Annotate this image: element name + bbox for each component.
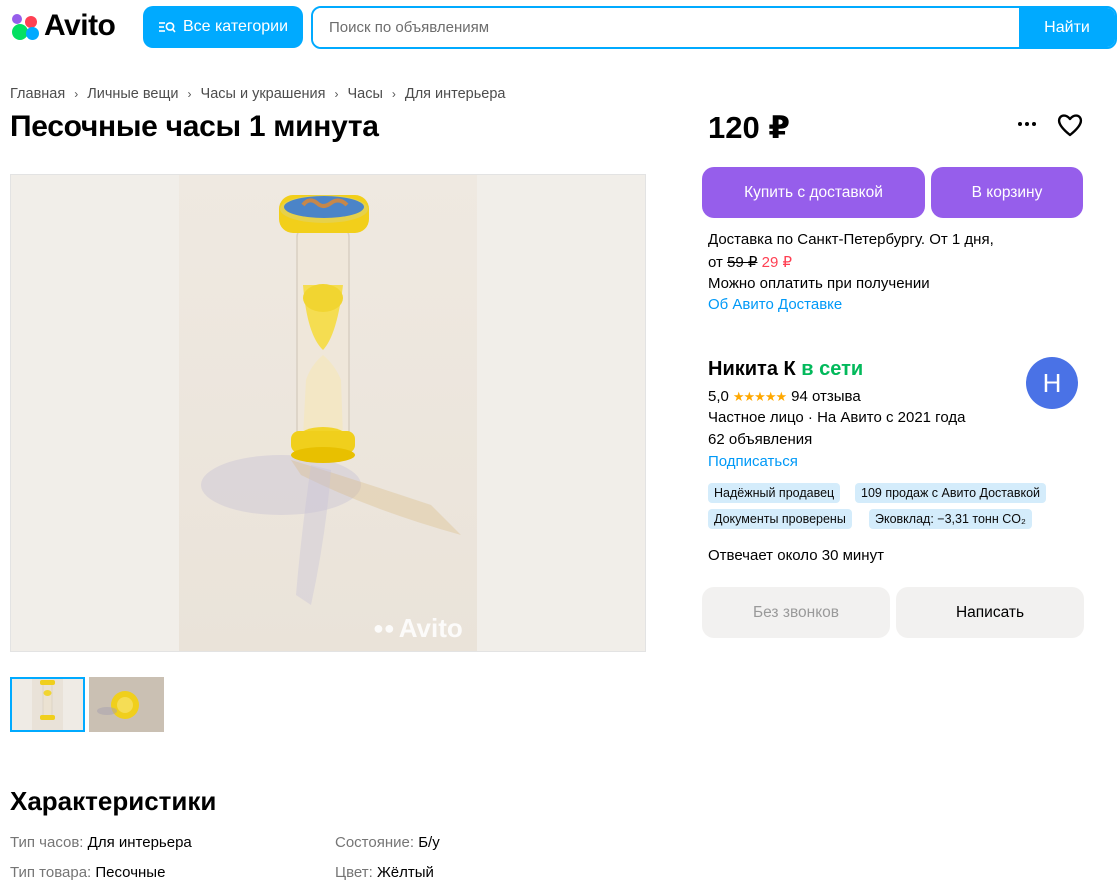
chevron-right-icon: ›: [74, 87, 79, 101]
thumbnail-top-view-image: [89, 677, 164, 732]
rating-stars-icon: ★★★★★: [732, 389, 787, 404]
price: 120 ₽: [708, 110, 790, 145]
seller-type: Частное лицо · На Авито с 2021 года: [708, 409, 966, 426]
all-categories-label: Все категории: [182, 18, 289, 35]
write-message-button[interactable]: Написать: [896, 587, 1084, 638]
subscribe-link[interactable]: Подписаться: [708, 453, 798, 470]
characteristic-product-type: Тип товара: Песочные: [10, 864, 166, 881]
chevron-right-icon: ›: [391, 87, 396, 101]
chevron-right-icon: ›: [334, 87, 339, 101]
seller-badges-row-2: Документы проверены Эковклад: −3,31 тонн…: [708, 509, 1088, 529]
delivery-old-price: 59 ₽: [727, 254, 758, 271]
delivery-price: от 59 ₽ 29 ₽: [708, 254, 793, 271]
more-options-icon[interactable]: [1014, 114, 1040, 134]
buy-with-delivery-button[interactable]: Купить с доставкой: [702, 167, 925, 218]
no-calls-button[interactable]: Без звонков: [702, 587, 890, 638]
main-photo[interactable]: ●● Avito: [10, 174, 646, 652]
search-bar: Найти: [311, 6, 1117, 49]
delivery-new-price: 29 ₽: [761, 254, 793, 271]
thumbnail-2[interactable]: [89, 677, 164, 732]
seller-badges-row-1: Надёжный продавец 109 продаж с Авито Дос…: [708, 483, 1088, 503]
seller-name[interactable]: Никита К в сети: [708, 358, 863, 381]
breadcrumb-item-interior[interactable]: Для интерьера: [405, 86, 506, 102]
logo-dots-icon: [10, 10, 42, 42]
seller-ads-count[interactable]: 62 объявления: [708, 431, 812, 448]
avito-logo[interactable]: Avito: [10, 8, 122, 44]
pay-on-receipt: Можно оплатить при получении: [708, 275, 930, 292]
thumbnail-hourglass-image: [12, 679, 83, 730]
about-delivery-link[interactable]: Об Авито Доставке: [708, 296, 842, 313]
characteristics-title: Характеристики: [10, 786, 217, 816]
search-input[interactable]: [313, 8, 1021, 47]
thumbnail-1[interactable]: [10, 677, 85, 732]
online-status: в сети: [801, 358, 864, 380]
chevron-right-icon: ›: [187, 87, 192, 101]
badge-eco-contribution[interactable]: Эковклад: −3,31 тонн CO₂: [869, 509, 1032, 529]
badge-reliable-seller[interactable]: Надёжный продавец: [708, 483, 841, 503]
favorite-heart-icon[interactable]: [1056, 112, 1084, 138]
breadcrumb: Главная › Личные вещи › Часы и украшения…: [10, 86, 506, 102]
characteristic-watch-type: Тип часов: Для интерьера: [10, 834, 192, 851]
breadcrumb-item-personal[interactable]: Личные вещи: [87, 86, 178, 102]
page-title: Песочные часы 1 минута: [10, 110, 379, 143]
characteristic-condition: Состояние: Б/у: [335, 834, 440, 851]
watermark-dots-icon: ●●: [373, 618, 395, 638]
photo-watermark: ●● Avito: [373, 613, 463, 643]
seller-avatar[interactable]: Н: [1026, 357, 1078, 409]
seller-rating[interactable]: 5,0 ★★★★★ 94 отзыва: [708, 388, 861, 405]
badge-delivery-sales[interactable]: 109 продаж с Авито Доставкой: [855, 483, 1047, 503]
search-button[interactable]: Найти: [1019, 8, 1115, 47]
badge-documents-verified[interactable]: Документы проверены: [708, 509, 852, 529]
breadcrumb-item-home[interactable]: Главная: [10, 86, 65, 102]
breadcrumb-item-watches[interactable]: Часы: [347, 86, 382, 102]
categories-search-icon: [158, 22, 176, 33]
characteristic-color: Цвет: Жёлтый: [335, 864, 434, 881]
hourglass-image: [201, 195, 461, 605]
logo-text: Avito: [44, 9, 116, 42]
breadcrumb-item-watches-jewelry[interactable]: Часы и украшения: [201, 86, 326, 102]
add-to-cart-button[interactable]: В корзину: [931, 167, 1083, 218]
response-time: Отвечает около 30 минут: [708, 547, 884, 564]
delivery-info: Доставка по Санкт-Петербургу. От 1 дня,: [708, 231, 994, 248]
all-categories-button[interactable]: Все категории: [143, 6, 303, 48]
